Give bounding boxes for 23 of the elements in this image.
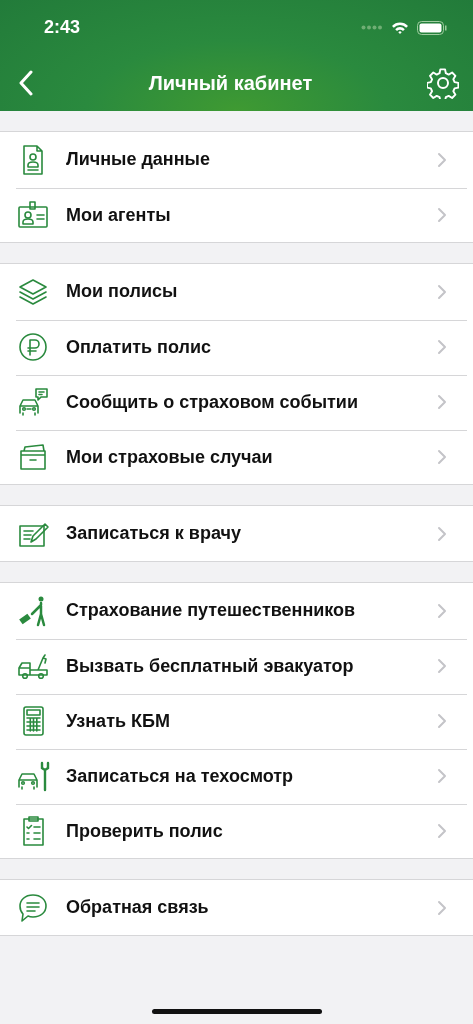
chevron-icon	[437, 207, 447, 223]
chevron-icon	[437, 899, 447, 916]
chevron-icon	[437, 449, 447, 465]
battery-icon	[417, 20, 447, 35]
chevron-icon	[437, 151, 447, 168]
car-wrench-icon	[16, 759, 50, 793]
chevron-icon	[437, 713, 447, 729]
chevron-icon	[437, 394, 447, 410]
status-time: 2:43	[44, 16, 81, 39]
settings-icon[interactable]	[427, 67, 459, 99]
wifi-icon	[391, 20, 409, 35]
screen-title: Личный кабинет	[148, 71, 313, 96]
chevron-icon	[437, 525, 447, 542]
back-icon[interactable]	[18, 70, 34, 96]
chevron-icon	[437, 823, 447, 839]
chevron-icon	[437, 602, 447, 619]
ruble-icon	[16, 330, 50, 364]
car-speech-icon	[16, 385, 50, 419]
chevron-icon	[437, 283, 447, 300]
chevron-icon	[437, 768, 447, 784]
signal-icon	[361, 25, 383, 30]
chevron-icon	[437, 339, 447, 355]
chevron-icon	[437, 658, 447, 674]
